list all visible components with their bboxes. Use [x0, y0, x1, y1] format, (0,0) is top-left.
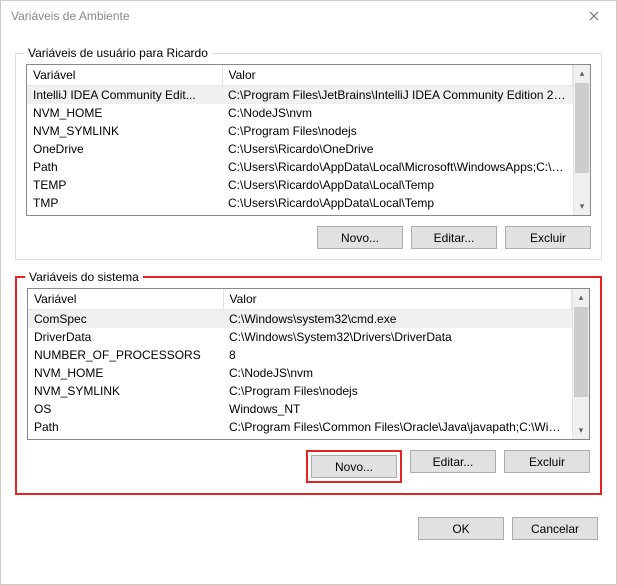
cell-val: C:\Users\Ricardo\AppData\Local\Microsoft…	[222, 158, 573, 176]
scroll-thumb[interactable]	[574, 307, 588, 397]
edit-system-var-button[interactable]: Editar...	[410, 450, 496, 473]
scroll-down-icon[interactable]: ▾	[574, 198, 590, 215]
col-header-variable[interactable]: Variável	[27, 65, 222, 86]
system-vars-table-body: Variável Valor ComSpec C:\Windows\system…	[28, 289, 572, 439]
table-row[interactable]: NUMBER_OF_PROCESSORS 8	[28, 346, 572, 364]
system-vars-legend: Variáveis do sistema	[25, 270, 143, 284]
table-row[interactable]: DriverData C:\Windows\System32\Drivers\D…	[28, 328, 572, 346]
user-vars-table[interactable]: Variável Valor IntelliJ IDEA Community E…	[27, 65, 573, 212]
system-vars-table[interactable]: Variável Valor ComSpec C:\Windows\system…	[28, 289, 572, 436]
cell-var: NVM_HOME	[28, 364, 223, 382]
cell-val: C:\Program Files\Common Files\Oracle\Jav…	[223, 418, 572, 436]
new-user-var-button[interactable]: Novo...	[317, 226, 403, 249]
cell-val: C:\NodeJS\nvm	[222, 104, 573, 122]
user-vars-group: Variáveis de usuário para Ricardo Variáv…	[15, 53, 602, 260]
cell-val: C:\NodeJS\nvm	[223, 364, 572, 382]
cell-var: NVM_SYMLINK	[27, 122, 222, 140]
col-header-variable[interactable]: Variável	[28, 289, 223, 310]
cell-var: IntelliJ IDEA Community Edit...	[27, 86, 222, 105]
scroll-thumb[interactable]	[575, 83, 589, 173]
cell-var: DriverData	[28, 328, 223, 346]
table-row[interactable]: Path C:\Users\Ricardo\AppData\Local\Micr…	[27, 158, 573, 176]
scroll-up-icon[interactable]: ▴	[573, 289, 589, 306]
cell-val: C:\Users\Ricardo\AppData\Local\Temp	[222, 176, 573, 194]
table-row[interactable]: NVM_HOME C:\NodeJS\nvm	[28, 364, 572, 382]
cell-var: NVM_HOME	[27, 104, 222, 122]
close-button[interactable]	[571, 1, 616, 31]
cell-val: 8	[223, 346, 572, 364]
cell-var: NVM_SYMLINK	[28, 382, 223, 400]
edit-user-var-button[interactable]: Editar...	[411, 226, 497, 249]
cell-val: C:\Users\Ricardo\OneDrive	[222, 140, 573, 158]
table-row[interactable]: NVM_HOME C:\NodeJS\nvm	[27, 104, 573, 122]
new-system-var-button[interactable]: Novo...	[311, 455, 397, 478]
table-row[interactable]: OneDrive C:\Users\Ricardo\OneDrive	[27, 140, 573, 158]
ok-button[interactable]: OK	[418, 517, 504, 540]
cell-var: OS	[28, 400, 223, 418]
cell-var: Path	[27, 158, 222, 176]
user-vars-table-body: Variável Valor IntelliJ IDEA Community E…	[27, 65, 573, 215]
delete-system-var-button[interactable]: Excluir	[504, 450, 590, 473]
system-vars-buttons: Novo... Editar... Excluir	[27, 450, 590, 483]
scrollbar[interactable]: ▴ ▾	[572, 289, 589, 439]
table-row[interactable]: Path C:\Program Files\Common Files\Oracl…	[28, 418, 572, 436]
cell-val: C:\Windows\System32\Drivers\DriverData	[223, 328, 572, 346]
cell-val: C:\Program Files\JetBrains\IntelliJ IDEA…	[222, 86, 573, 105]
titlebar: Variáveis de Ambiente	[1, 1, 616, 31]
scrollbar[interactable]: ▴ ▾	[573, 65, 590, 215]
table-row[interactable]: IntelliJ IDEA Community Edit... C:\Progr…	[27, 86, 573, 105]
new-button-highlight: Novo...	[306, 450, 402, 483]
user-vars-buttons: Novo... Editar... Excluir	[26, 226, 591, 249]
delete-user-var-button[interactable]: Excluir	[505, 226, 591, 249]
scroll-down-icon[interactable]: ▾	[573, 422, 589, 439]
dialog-content: Variáveis de usuário para Ricardo Variáv…	[1, 31, 616, 584]
table-row[interactable]: NVM_SYMLINK C:\Program Files\nodejs	[28, 382, 572, 400]
scroll-up-icon[interactable]: ▴	[574, 65, 590, 82]
dialog-footer: OK Cancelar	[15, 517, 602, 540]
table-row[interactable]: OS Windows_NT	[28, 400, 572, 418]
system-vars-group: Variáveis do sistema Variável Valor	[15, 276, 602, 495]
col-header-value[interactable]: Valor	[222, 65, 573, 86]
col-header-value[interactable]: Valor	[223, 289, 572, 310]
cell-var: TEMP	[27, 176, 222, 194]
cell-var: NUMBER_OF_PROCESSORS	[28, 346, 223, 364]
cancel-button[interactable]: Cancelar	[512, 517, 598, 540]
table-row[interactable]: TEMP C:\Users\Ricardo\AppData\Local\Temp	[27, 176, 573, 194]
table-row[interactable]: NVM_SYMLINK C:\Program Files\nodejs	[27, 122, 573, 140]
user-vars-legend: Variáveis de usuário para Ricardo	[24, 46, 212, 60]
table-row[interactable]: ComSpec C:\Windows\system32\cmd.exe	[28, 310, 572, 329]
cell-val: C:\Program Files\nodejs	[222, 122, 573, 140]
cell-val: C:\Program Files\nodejs	[223, 382, 572, 400]
window-title: Variáveis de Ambiente	[11, 9, 130, 23]
system-vars-table-shell: Variável Valor ComSpec C:\Windows\system…	[27, 288, 590, 440]
cell-var: ComSpec	[28, 310, 223, 329]
cell-var: Path	[28, 418, 223, 436]
close-icon	[589, 11, 599, 21]
cell-var: OneDrive	[27, 140, 222, 158]
cell-val: C:\Users\Ricardo\AppData\Local\Temp	[222, 194, 573, 212]
table-row[interactable]: TMP C:\Users\Ricardo\AppData\Local\Temp	[27, 194, 573, 212]
user-vars-table-shell: Variável Valor IntelliJ IDEA Community E…	[26, 64, 591, 216]
env-vars-dialog: Variáveis de Ambiente Variáveis de usuár…	[0, 0, 617, 585]
cell-val: Windows_NT	[223, 400, 572, 418]
cell-val: C:\Windows\system32\cmd.exe	[223, 310, 572, 329]
cell-var: TMP	[27, 194, 222, 212]
